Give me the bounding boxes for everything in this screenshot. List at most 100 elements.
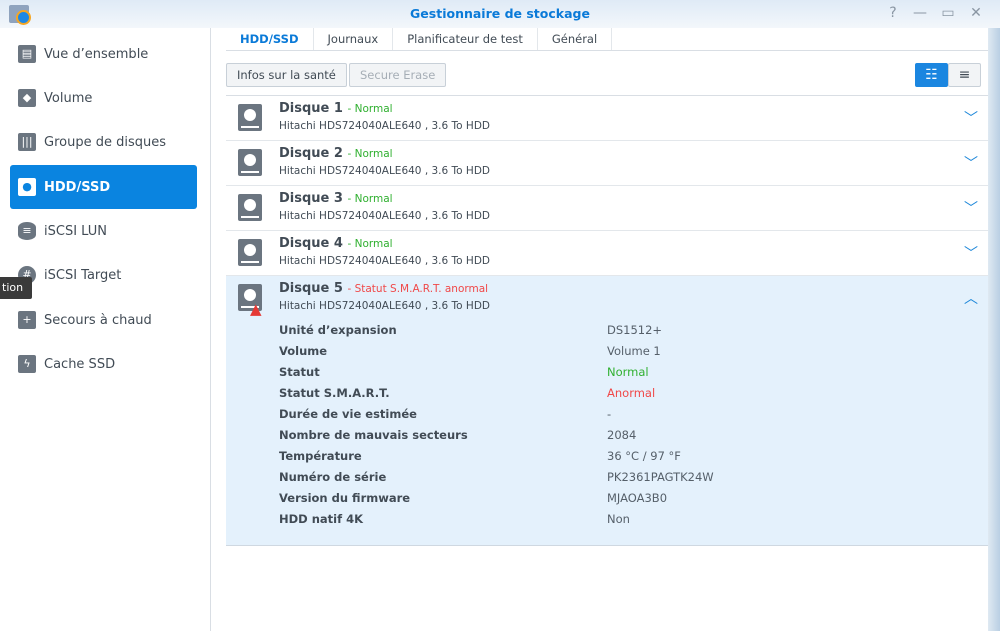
tab-bar: HDD/SSD Journaux Planificateur de test G…: [226, 28, 988, 51]
hdd-icon: [238, 194, 262, 221]
detail-row: Température 36 °C / 97 °F: [279, 446, 979, 467]
tab-general[interactable]: Général: [538, 28, 613, 50]
detail-value: Volume 1: [607, 344, 661, 358]
maximize-button[interactable]: ▭: [939, 5, 957, 23]
detail-label: Statut: [279, 365, 320, 379]
chevron-down-icon[interactable]: ﹀: [964, 153, 978, 173]
volume-icon: ◆: [18, 89, 36, 107]
disk-name: Disque 4: [279, 236, 343, 251]
chevron-down-icon[interactable]: ﹀: [964, 198, 978, 218]
disk-row[interactable]: Disque 4 - Normal Hitachi HDS724040ALE640…: [226, 231, 988, 276]
chevron-up-icon[interactable]: ︿: [964, 288, 978, 308]
disk-group-icon: |||: [18, 133, 36, 151]
sidebar-item-iscsi-target[interactable]: # iSCSI Target: [10, 253, 197, 297]
detail-value: MJAOA3B0: [607, 491, 668, 505]
disk-description: Hitachi HDS724040ALE640 , 3.6 To HDD: [279, 165, 490, 177]
disk-description: Hitachi HDS724040ALE640 , 3.6 To HDD: [279, 300, 490, 312]
sidebar-item-label: HDD/SSD: [44, 179, 111, 195]
health-info-button[interactable]: Infos sur la santé: [226, 63, 347, 87]
detail-row: Durée de vie estimée -: [279, 404, 979, 425]
detail-value: Non: [607, 512, 630, 526]
detail-row: Unité d’expansion DS1512+: [279, 320, 979, 341]
detail-value: Anormal: [607, 386, 656, 400]
window-title: Gestionnaire de stockage: [410, 6, 590, 21]
detail-view-button[interactable]: ☷: [915, 63, 948, 87]
detail-value: Normal: [607, 365, 649, 379]
sidebar-item-disk-group[interactable]: ||| Groupe de disques: [10, 120, 197, 164]
sidebar-item-overview[interactable]: ▤ Vue d’ensemble: [10, 32, 197, 76]
warning-icon: ▲: [250, 300, 262, 318]
disk-description: Hitachi HDS724040ALE640 , 3.6 To HDD: [279, 120, 490, 132]
disk-row[interactable]: Disque 2 - Normal Hitachi HDS724040ALE640…: [226, 141, 988, 186]
disk-status: - Normal: [347, 238, 393, 250]
detail-row: HDD natif 4K Non: [279, 509, 979, 530]
disk-description: Hitachi HDS724040ALE640 , 3.6 To HDD: [279, 255, 490, 267]
detail-label: HDD natif 4K: [279, 512, 364, 526]
database-icon: ≡: [18, 222, 36, 240]
sidebar-item-label: Cache SSD: [44, 356, 116, 372]
disk-list: Disque 1 - Normal Hitachi HDS724040ALE640…: [226, 95, 988, 546]
detail-value: 36 °C / 97 °F: [607, 449, 681, 463]
detail-label: Version du firmware: [279, 491, 411, 505]
overview-icon: ▤: [18, 45, 36, 63]
tab-test-scheduler[interactable]: Planificateur de test: [393, 28, 538, 50]
detail-row: Version du firmware MJAOA3B0: [279, 488, 979, 509]
detail-row: Nombre de mauvais secteurs 2084: [279, 425, 979, 446]
disk-name: Disque 2: [279, 146, 343, 161]
tab-logs[interactable]: Journaux: [314, 28, 394, 50]
detail-value: DS1512+: [607, 323, 663, 337]
compact-view-button[interactable]: ≡: [948, 63, 981, 87]
disk-row[interactable]: Disque 3 - Normal Hitachi HDS724040ALE640…: [226, 186, 988, 231]
sidebar-item-hot-spare[interactable]: + Secours à chaud: [10, 298, 197, 342]
sidebar-item-label: iSCSI Target: [44, 267, 122, 283]
close-button[interactable]: ✕: [967, 5, 985, 23]
minimize-button[interactable]: —: [911, 5, 929, 23]
disk-name: Disque 1: [279, 101, 343, 116]
chevron-down-icon[interactable]: ﹀: [964, 108, 978, 128]
tab-hdd-ssd[interactable]: HDD/SSD: [226, 28, 314, 50]
detail-label: Nombre de mauvais secteurs: [279, 428, 468, 442]
sidebar-item-label: iSCSI LUN: [44, 223, 107, 239]
detail-label: Température: [279, 449, 362, 463]
help-button[interactable]: ?: [884, 5, 902, 23]
disk-row[interactable]: Disque 1 - Normal Hitachi HDS724040ALE640…: [226, 96, 988, 141]
sidebar-item-volume[interactable]: ◆ Volume: [10, 76, 197, 120]
tooltip: tion: [0, 277, 32, 299]
detail-value: -: [607, 407, 612, 421]
detail-value: 2084: [607, 428, 637, 442]
title-bar: Gestionnaire de stockage ? — ▭ ✕: [0, 0, 1000, 28]
sidebar: ▤ Vue d’ensemble ◆ Volume ||| Groupe de dis…: [0, 28, 211, 631]
desktop-background: [988, 28, 1000, 631]
disk-status: - Normal: [347, 103, 393, 115]
detail-row: Volume Volume 1: [279, 341, 979, 362]
sidebar-item-iscsi-lun[interactable]: ≡ iSCSI LUN: [10, 209, 197, 253]
sidebar-item-hdd-ssd[interactable]: ● HDD/SSD: [10, 165, 197, 209]
sidebar-item-label: Volume: [44, 90, 93, 106]
hdd-icon: ●: [18, 178, 36, 196]
disk-status: - Normal: [347, 148, 393, 160]
detail-row: Statut S.M.A.R.T. Anormal: [279, 383, 979, 404]
detail-label: Unité d’expansion: [279, 323, 397, 337]
secure-erase-button[interactable]: Secure Erase: [349, 63, 447, 87]
hdd-icon: [238, 239, 262, 266]
disk-status: - Normal: [347, 193, 393, 205]
disk-status: - Statut S.M.A.R.T. anormal: [347, 283, 489, 295]
hdd-icon: [238, 149, 262, 176]
detail-value: PK2361PAGTK24W: [607, 470, 714, 484]
detail-label: Numéro de série: [279, 470, 387, 484]
disk-description: Hitachi HDS724040ALE640 , 3.6 To HDD: [279, 210, 490, 222]
ssd-cache-icon: ϟ: [18, 355, 36, 373]
detail-label: Statut S.M.A.R.T.: [279, 386, 390, 400]
list-detail-icon: ☷: [925, 67, 938, 83]
disk-row-expanded[interactable]: ▲ Disque 5 - Statut S.M.A.R.T. anormal Hit…: [226, 276, 988, 546]
sidebar-item-label: Secours à chaud: [44, 312, 152, 328]
detail-label: Volume: [279, 344, 328, 358]
hdd-icon: [238, 104, 262, 131]
hot-spare-icon: +: [18, 311, 36, 329]
detail-row: Numéro de série PK2361PAGTK24W: [279, 467, 979, 488]
chevron-down-icon[interactable]: ﹀: [964, 243, 978, 263]
menu-lines-icon: ≡: [958, 67, 971, 83]
detail-label: Durée de vie estimée: [279, 407, 417, 421]
sidebar-item-ssd-cache[interactable]: ϟ Cache SSD: [10, 342, 197, 386]
disk-name: Disque 5: [279, 281, 343, 296]
